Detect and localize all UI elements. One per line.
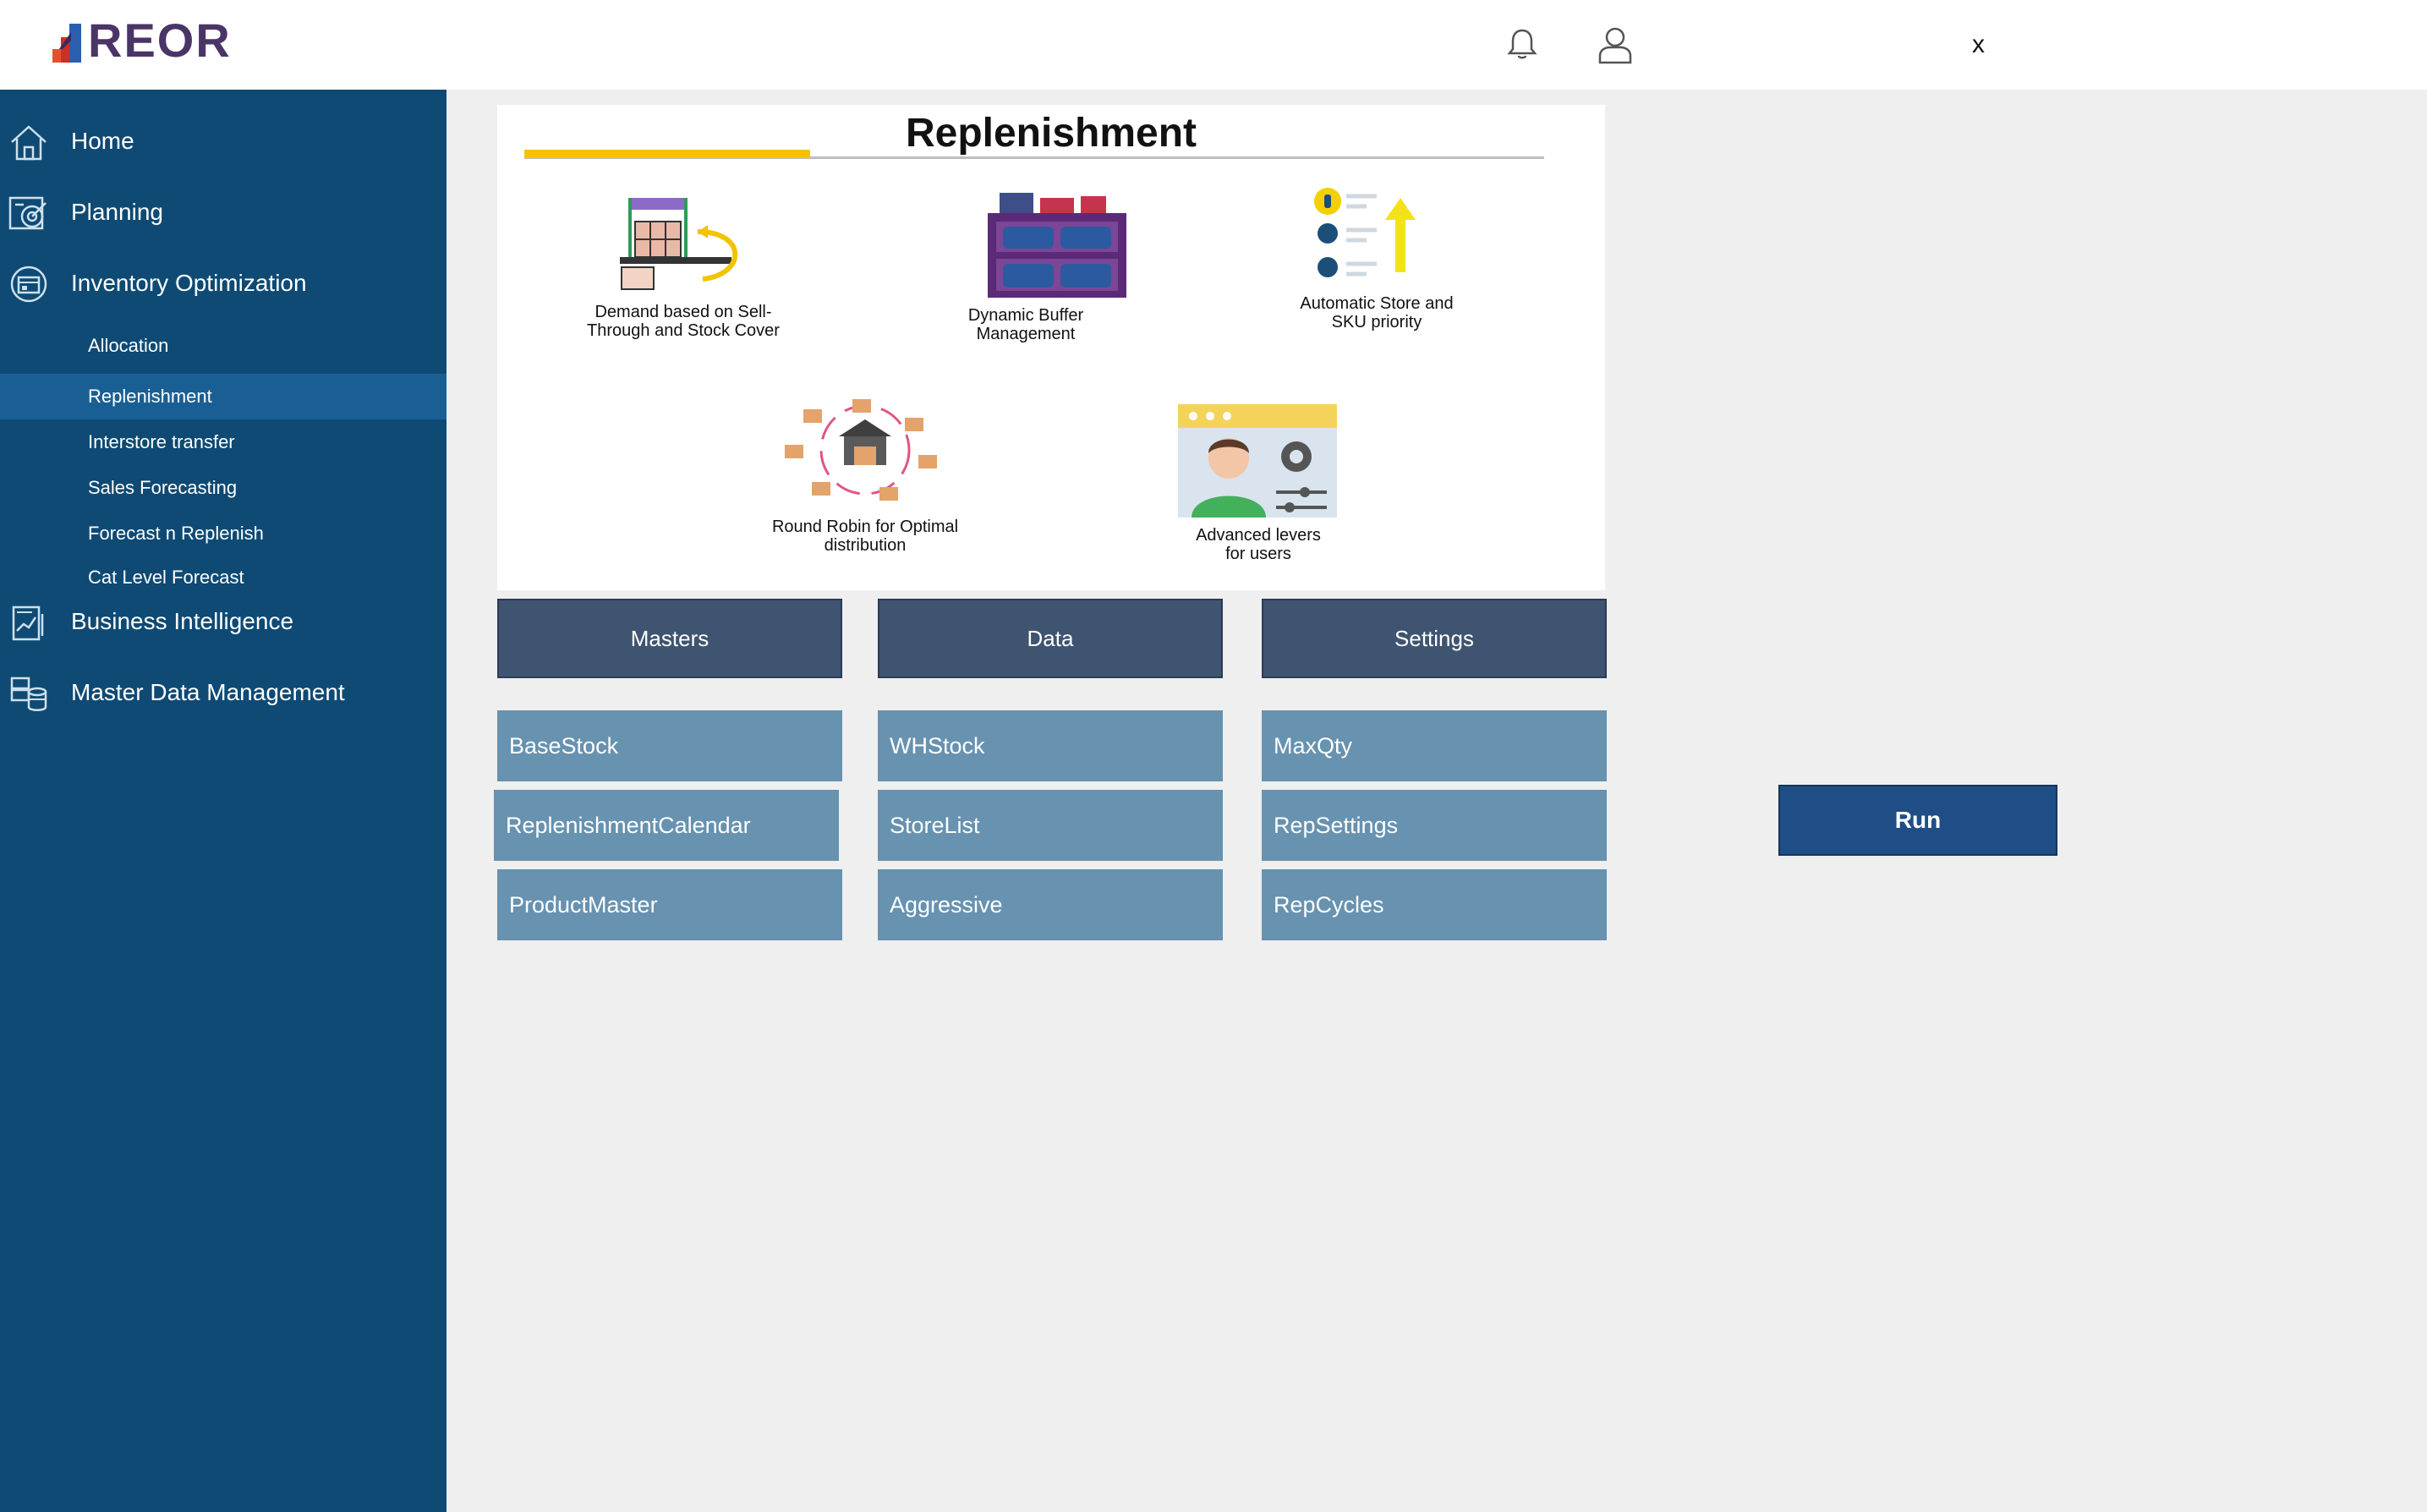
home-icon	[11, 125, 47, 161]
logo-text: REOR	[88, 14, 232, 67]
basestock-button[interactable]: BaseStock	[497, 710, 842, 781]
bell-icon[interactable]	[1507, 27, 1537, 61]
sidebar-subitem-label: Replenishment	[88, 386, 212, 407]
product-master-button[interactable]: ProductMaster	[497, 869, 842, 940]
sidebar-item-label: Planning	[71, 199, 163, 225]
priority-list-icon	[1314, 188, 1416, 277]
database-icon	[10, 677, 47, 711]
sidebar-subitem-label: Interstore transfer	[88, 431, 235, 452]
feature-round-robin-label: Round Robin for Optimal distribution	[771, 518, 959, 555]
sidebar-item-home[interactable]: Home	[0, 112, 447, 171]
conveyor-boxes-icon	[620, 198, 738, 290]
masters-button[interactable]: Masters	[497, 599, 842, 678]
close-button[interactable]: x	[1972, 30, 1985, 59]
feature-demand-label: Demand based on Sell- Through and Stock …	[587, 303, 780, 340]
whstock-button[interactable]: WHStock	[878, 710, 1223, 781]
storelist-button[interactable]: StoreList	[878, 790, 1223, 861]
run-button[interactable]: Run	[1778, 785, 2057, 856]
settings-button[interactable]: Settings	[1262, 599, 1607, 678]
sidebar-subitem-replenishment[interactable]: Replenishment	[0, 374, 447, 419]
logo-bars-icon	[52, 24, 81, 63]
target-icon	[8, 196, 47, 230]
sidebar-item-business-intelligence[interactable]: Business Intelligence	[0, 592, 447, 651]
sidebar-subitem-label: Allocation	[88, 335, 169, 356]
sidebar-item-inventory-optimization[interactable]: Inventory Optimization	[0, 254, 447, 313]
sidebar-subitem-sales-forecasting[interactable]: Sales Forecasting	[0, 465, 447, 511]
aggressive-button[interactable]: Aggressive	[878, 869, 1223, 940]
inventory-icon	[10, 266, 47, 303]
repcycles-button[interactable]: RepCycles	[1262, 869, 1607, 940]
sidebar-item-label: Home	[71, 128, 134, 154]
round-robin-icon	[785, 399, 937, 501]
sidebar-subitem-label: Sales Forecasting	[88, 477, 238, 498]
user-icon[interactable]	[1597, 25, 1634, 66]
user-settings-icon	[1178, 404, 1337, 518]
sidebar-subitem-label: Cat Level Forecast	[88, 567, 244, 588]
feature-buffer-label: Dynamic Buffer Management	[967, 306, 1084, 343]
feature-priority-label: Automatic Store and SKU priority	[1300, 294, 1454, 331]
report-icon	[12, 605, 44, 641]
replenishment-calendar-button[interactable]: ReplenishmentCalendar	[494, 790, 839, 861]
repsettings-button[interactable]: RepSettings	[1262, 790, 1607, 861]
sidebar-subitem-label: Forecast n Replenish	[88, 523, 264, 544]
title-accent-bar	[524, 150, 810, 158]
replenishment-banner: Replenishment Demand based on Sell- Thro…	[497, 105, 1605, 590]
sidebar-item-label: Business Intelligence	[71, 608, 294, 634]
sidebar-item-planning[interactable]: Planning	[0, 183, 447, 242]
feature-levers-label: Advanced levers for users	[1196, 526, 1321, 563]
sidebar-subitem-forecast-n-replenish[interactable]: Forecast n Replenish	[0, 511, 447, 556]
sidebar-item-label: Master Data Management	[71, 679, 345, 705]
data-button[interactable]: Data	[878, 599, 1223, 678]
app-logo: REOR	[52, 17, 232, 64]
sidebar-subitem-interstore-transfer[interactable]: Interstore transfer	[0, 419, 447, 465]
sidebar-subitem-allocation[interactable]: Allocation	[0, 323, 447, 369]
buffer-shelf-icon	[988, 193, 1126, 298]
top-bar: REOR x	[0, 0, 2427, 90]
sidebar-item-master-data-management[interactable]: Master Data Management	[0, 663, 447, 722]
sidebar-item-label: Inventory Optimization	[71, 270, 307, 296]
maxqty-button[interactable]: MaxQty	[1262, 710, 1607, 781]
